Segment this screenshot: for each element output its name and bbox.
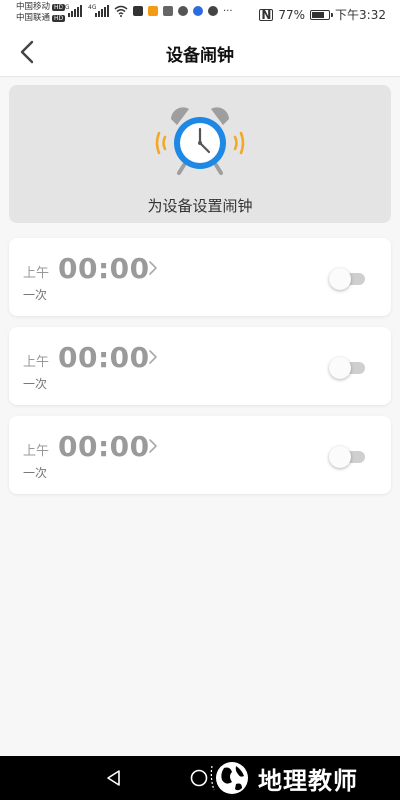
alarm-card[interactable]: 上午 00:00 一次 <box>9 238 391 316</box>
wechat-icon <box>178 6 188 16</box>
battery-percent: 77% <box>278 7 306 22</box>
toggle-knob <box>329 268 351 290</box>
more-notifications-icon: ··· <box>223 5 233 17</box>
globe-logo-icon <box>210 762 248 794</box>
alarm-time: 00:00 <box>58 341 150 374</box>
browser-icon <box>193 6 203 16</box>
app-header: 设备闹钟 <box>0 28 400 77</box>
system-nav-bar: 地理教师 <box>0 756 400 800</box>
chevron-right-icon <box>149 261 157 275</box>
alarm-toggle-switch[interactable] <box>329 446 367 468</box>
signal-icon: 4G <box>88 4 109 17</box>
page-title: 设备闹钟 <box>166 46 234 66</box>
alarm-time: 00:00 <box>58 252 150 285</box>
chevron-right-icon <box>149 439 157 453</box>
triangle-back-icon[interactable] <box>104 768 124 788</box>
banner-label: 为设备设置闹钟 <box>147 197 253 215</box>
alarm-toggle-switch[interactable] <box>329 268 367 290</box>
alarm-banner: 为设备设置闹钟 <box>9 85 391 223</box>
status-bar: 中国移动 HD 中国联通 HD 4G 4G ··· N 77% 下午3:32 <box>0 0 400 28</box>
carrier-info: 中国移动 HD 中国联通 HD <box>16 2 66 24</box>
hd-badge: HD <box>52 15 66 22</box>
status-right: N 77% 下午3:32 <box>259 6 386 23</box>
carrier-2: 中国联通 <box>16 13 51 23</box>
alarm-ampm: 上午 <box>23 266 50 281</box>
alarm-repeat: 一次 <box>23 288 48 302</box>
wifi-icon <box>114 5 128 17</box>
battery-icon <box>310 9 334 20</box>
app-notification-icon <box>163 6 173 16</box>
alarm-repeat: 一次 <box>23 377 48 391</box>
carrier-1: 中国移动 <box>16 2 51 12</box>
watermark: 地理教师 <box>208 758 358 798</box>
warning-notification-icon <box>133 6 143 16</box>
alarm-clock-icon <box>155 107 245 175</box>
status-icons: 4G 4G ··· <box>61 4 233 17</box>
alarm-repeat: 一次 <box>23 466 48 480</box>
app-notification-icon <box>148 6 158 16</box>
alarm-card[interactable]: 上午 00:00 一次 <box>9 416 391 494</box>
chevron-right-icon <box>149 350 157 364</box>
status-time: 下午3:32 <box>335 8 386 22</box>
alarm-ampm: 上午 <box>23 444 50 459</box>
toggle-knob <box>329 446 351 468</box>
alarm-ampm: 上午 <box>23 355 50 370</box>
watermark-text: 地理教师 <box>258 766 358 795</box>
alarm-time: 00:00 <box>58 430 150 463</box>
nfc-icon: N <box>259 7 274 22</box>
signal-icon: 4G <box>61 4 82 17</box>
message-icon <box>208 6 218 16</box>
circle-home-icon[interactable] <box>190 769 208 787</box>
battery-fill <box>312 11 325 18</box>
alarm-toggle-switch[interactable] <box>329 357 367 379</box>
toggle-knob <box>329 357 351 379</box>
alarm-card[interactable]: 上午 00:00 一次 <box>9 327 391 405</box>
